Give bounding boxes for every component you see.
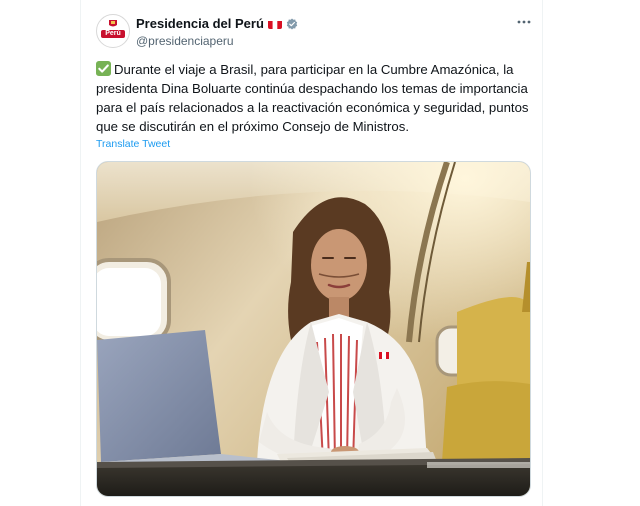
peru-flag-icon <box>267 19 282 29</box>
tweet-body: Durante el viaje a Brasil, para particip… <box>96 62 529 134</box>
translate-tweet-link[interactable]: Translate Tweet <box>96 138 170 150</box>
tweet-card: Perú Presidencia del Perú @presidenciape… <box>80 0 543 506</box>
tweet-photo[interactable] <box>96 161 531 497</box>
author-handle[interactable]: @presidenciaperu <box>136 34 234 48</box>
avatar-text: Perú <box>105 30 121 37</box>
more-options-icon[interactable] <box>514 14 534 34</box>
check-mark-button-icon <box>96 61 111 76</box>
tweet-text: Durante el viaje a Brasil, para particip… <box>96 60 536 136</box>
verified-badge-icon <box>286 18 298 30</box>
photo-illustration <box>97 162 530 496</box>
tweet-header: Perú Presidencia del Perú @presidenciape… <box>96 14 536 54</box>
author-name[interactable]: Presidencia del Perú <box>136 16 264 31</box>
avatar[interactable]: Perú <box>96 14 130 48</box>
author-name-row: Presidencia del Perú <box>136 16 298 31</box>
